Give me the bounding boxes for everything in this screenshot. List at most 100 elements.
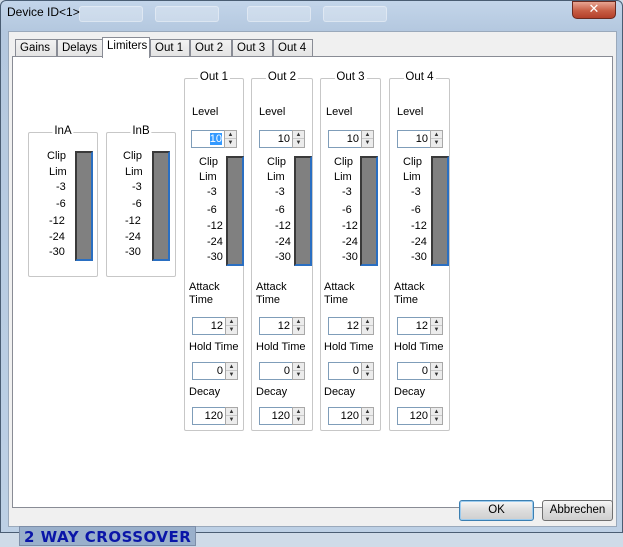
decay-spinner[interactable]: 120 ▲ ▼ <box>328 407 374 425</box>
tab-gains[interactable]: Gains <box>15 39 57 57</box>
spin-up-arrow-icon[interactable]: ▲ <box>431 363 442 371</box>
level-input[interactable]: 10 <box>259 130 293 148</box>
scale-24: -24 <box>411 236 427 248</box>
spin-down-arrow-icon[interactable]: ▼ <box>226 371 237 379</box>
level-input[interactable]: 10 <box>328 130 362 148</box>
scale-6: -6 <box>275 204 285 216</box>
spin-buttons[interactable]: ▲ ▼ <box>225 407 238 425</box>
hold-time-input[interactable]: 0 <box>328 362 362 380</box>
attack-time-input[interactable]: 12 <box>397 317 431 335</box>
spin-up-arrow-icon[interactable]: ▲ <box>293 408 304 416</box>
attack-time-input[interactable]: 12 <box>328 317 362 335</box>
tab-out4[interactable]: Out 4 <box>273 39 313 57</box>
attack-time-spinner[interactable]: 12 ▲ ▼ <box>192 317 238 335</box>
spin-up-arrow-icon[interactable]: ▲ <box>362 408 373 416</box>
spin-down-arrow-icon[interactable]: ▼ <box>431 139 442 147</box>
level-spinner[interactable]: 10 ▲ ▼ <box>259 130 305 148</box>
spin-buttons[interactable]: ▲ ▼ <box>430 317 443 335</box>
scale-clip: Clip <box>123 150 142 162</box>
spin-buttons[interactable]: ▲ ▼ <box>292 317 305 335</box>
spin-down-arrow-icon[interactable]: ▼ <box>362 371 373 379</box>
spin-up-arrow-icon[interactable]: ▲ <box>362 363 373 371</box>
spin-up-arrow-icon[interactable]: ▲ <box>431 408 442 416</box>
tab-limiters[interactable]: Limiters <box>102 37 150 58</box>
level-spinner[interactable]: 10 ▲ ▼ <box>191 130 237 148</box>
hold-time-input[interactable]: 0 <box>259 362 293 380</box>
level-spinner[interactable]: 10 ▲ ▼ <box>328 130 374 148</box>
scale-24: -24 <box>49 231 65 243</box>
spin-up-arrow-icon[interactable]: ▲ <box>226 408 237 416</box>
spin-down-arrow-icon[interactable]: ▼ <box>431 371 442 379</box>
spin-buttons[interactable]: ▲ ▼ <box>361 362 374 380</box>
level-input[interactable]: 10 <box>397 130 431 148</box>
spin-up-arrow-icon[interactable]: ▲ <box>362 131 373 139</box>
spin-buttons[interactable]: ▲ ▼ <box>292 362 305 380</box>
tab-label: Out 3 <box>237 42 266 54</box>
spin-down-arrow-icon[interactable]: ▼ <box>226 416 237 424</box>
window-title: Device ID<1> <box>7 5 80 19</box>
decay-spinner[interactable]: 120 ▲ ▼ <box>397 407 443 425</box>
hold-time-spinner[interactable]: 0 ▲ ▼ <box>192 362 238 380</box>
decay-input[interactable]: 120 <box>397 407 431 425</box>
ok-button[interactable]: OK <box>459 500 534 521</box>
spin-down-arrow-icon[interactable]: ▼ <box>362 326 373 334</box>
level-spinner[interactable]: 10 ▲ ▼ <box>397 130 443 148</box>
scale-30: -30 <box>411 251 427 263</box>
spin-down-arrow-icon[interactable]: ▼ <box>226 326 237 334</box>
hold-time-input[interactable]: 0 <box>397 362 431 380</box>
spin-down-arrow-icon[interactable]: ▼ <box>293 326 304 334</box>
spin-up-arrow-icon[interactable]: ▲ <box>293 318 304 326</box>
tab-out3[interactable]: Out 3 <box>232 39 273 57</box>
spin-down-arrow-icon[interactable]: ▼ <box>293 416 304 424</box>
attack-time-spinner[interactable]: 12 ▲ ▼ <box>397 317 443 335</box>
hold-time-spinner[interactable]: 0 ▲ ▼ <box>259 362 305 380</box>
hold-time-input[interactable]: 0 <box>192 362 226 380</box>
spin-buttons[interactable]: ▲ ▼ <box>224 130 237 148</box>
spin-buttons[interactable]: ▲ ▼ <box>430 407 443 425</box>
spin-buttons[interactable]: ▲ ▼ <box>361 407 374 425</box>
cancel-button[interactable]: Abbrechen <box>542 500 613 521</box>
spin-buttons[interactable]: ▲ ▼ <box>292 407 305 425</box>
spin-buttons[interactable]: ▲ ▼ <box>430 130 443 148</box>
spin-down-arrow-icon[interactable]: ▼ <box>362 416 373 424</box>
spin-up-arrow-icon[interactable]: ▲ <box>431 318 442 326</box>
spin-up-arrow-icon[interactable]: ▲ <box>293 131 304 139</box>
decay-spinner[interactable]: 120 ▲ ▼ <box>259 407 305 425</box>
spin-buttons[interactable]: ▲ ▼ <box>430 362 443 380</box>
spin-up-arrow-icon[interactable]: ▲ <box>226 363 237 371</box>
decay-input[interactable]: 120 <box>259 407 293 425</box>
level-input[interactable]: 10 <box>191 130 225 148</box>
spin-down-arrow-icon[interactable]: ▼ <box>362 139 373 147</box>
spin-down-arrow-icon[interactable]: ▼ <box>225 139 236 147</box>
spin-down-arrow-icon[interactable]: ▼ <box>431 416 442 424</box>
attack-time-value: 12 <box>346 320 359 332</box>
attack-time-spinner[interactable]: 12 ▲ ▼ <box>328 317 374 335</box>
tab-delays[interactable]: Delays <box>57 39 103 57</box>
decay-input[interactable]: 120 <box>328 407 362 425</box>
hold-time-spinner[interactable]: 0 ▲ ▼ <box>397 362 443 380</box>
attack-time-spinner[interactable]: 12 ▲ ▼ <box>259 317 305 335</box>
spin-up-arrow-icon[interactable]: ▲ <box>226 318 237 326</box>
spin-buttons[interactable]: ▲ ▼ <box>292 130 305 148</box>
spin-buttons[interactable]: ▲ ▼ <box>361 317 374 335</box>
hold-time-spinner[interactable]: 0 ▲ ▼ <box>328 362 374 380</box>
attack-time-input[interactable]: 12 <box>259 317 293 335</box>
spin-up-arrow-icon[interactable]: ▲ <box>293 363 304 371</box>
spin-buttons[interactable]: ▲ ▼ <box>225 317 238 335</box>
spin-buttons[interactable]: ▲ ▼ <box>225 362 238 380</box>
spin-up-arrow-icon[interactable]: ▲ <box>431 131 442 139</box>
attack-time-input[interactable]: 12 <box>192 317 226 335</box>
tab-out2[interactable]: Out 2 <box>190 39 232 57</box>
close-button[interactable]: ✕ <box>572 1 616 19</box>
tab-out1[interactable]: Out 1 <box>150 39 190 57</box>
spin-up-arrow-icon[interactable]: ▲ <box>362 318 373 326</box>
spin-up-arrow-icon[interactable]: ▲ <box>225 131 236 139</box>
decay-input[interactable]: 120 <box>192 407 226 425</box>
scale-12: -12 <box>207 220 223 232</box>
spin-down-arrow-icon[interactable]: ▼ <box>293 139 304 147</box>
title-bar[interactable]: Device ID<1> ✕ <box>1 1 622 25</box>
spin-down-arrow-icon[interactable]: ▼ <box>293 371 304 379</box>
spin-down-arrow-icon[interactable]: ▼ <box>431 326 442 334</box>
spin-buttons[interactable]: ▲ ▼ <box>361 130 374 148</box>
decay-spinner[interactable]: 120 ▲ ▼ <box>192 407 238 425</box>
